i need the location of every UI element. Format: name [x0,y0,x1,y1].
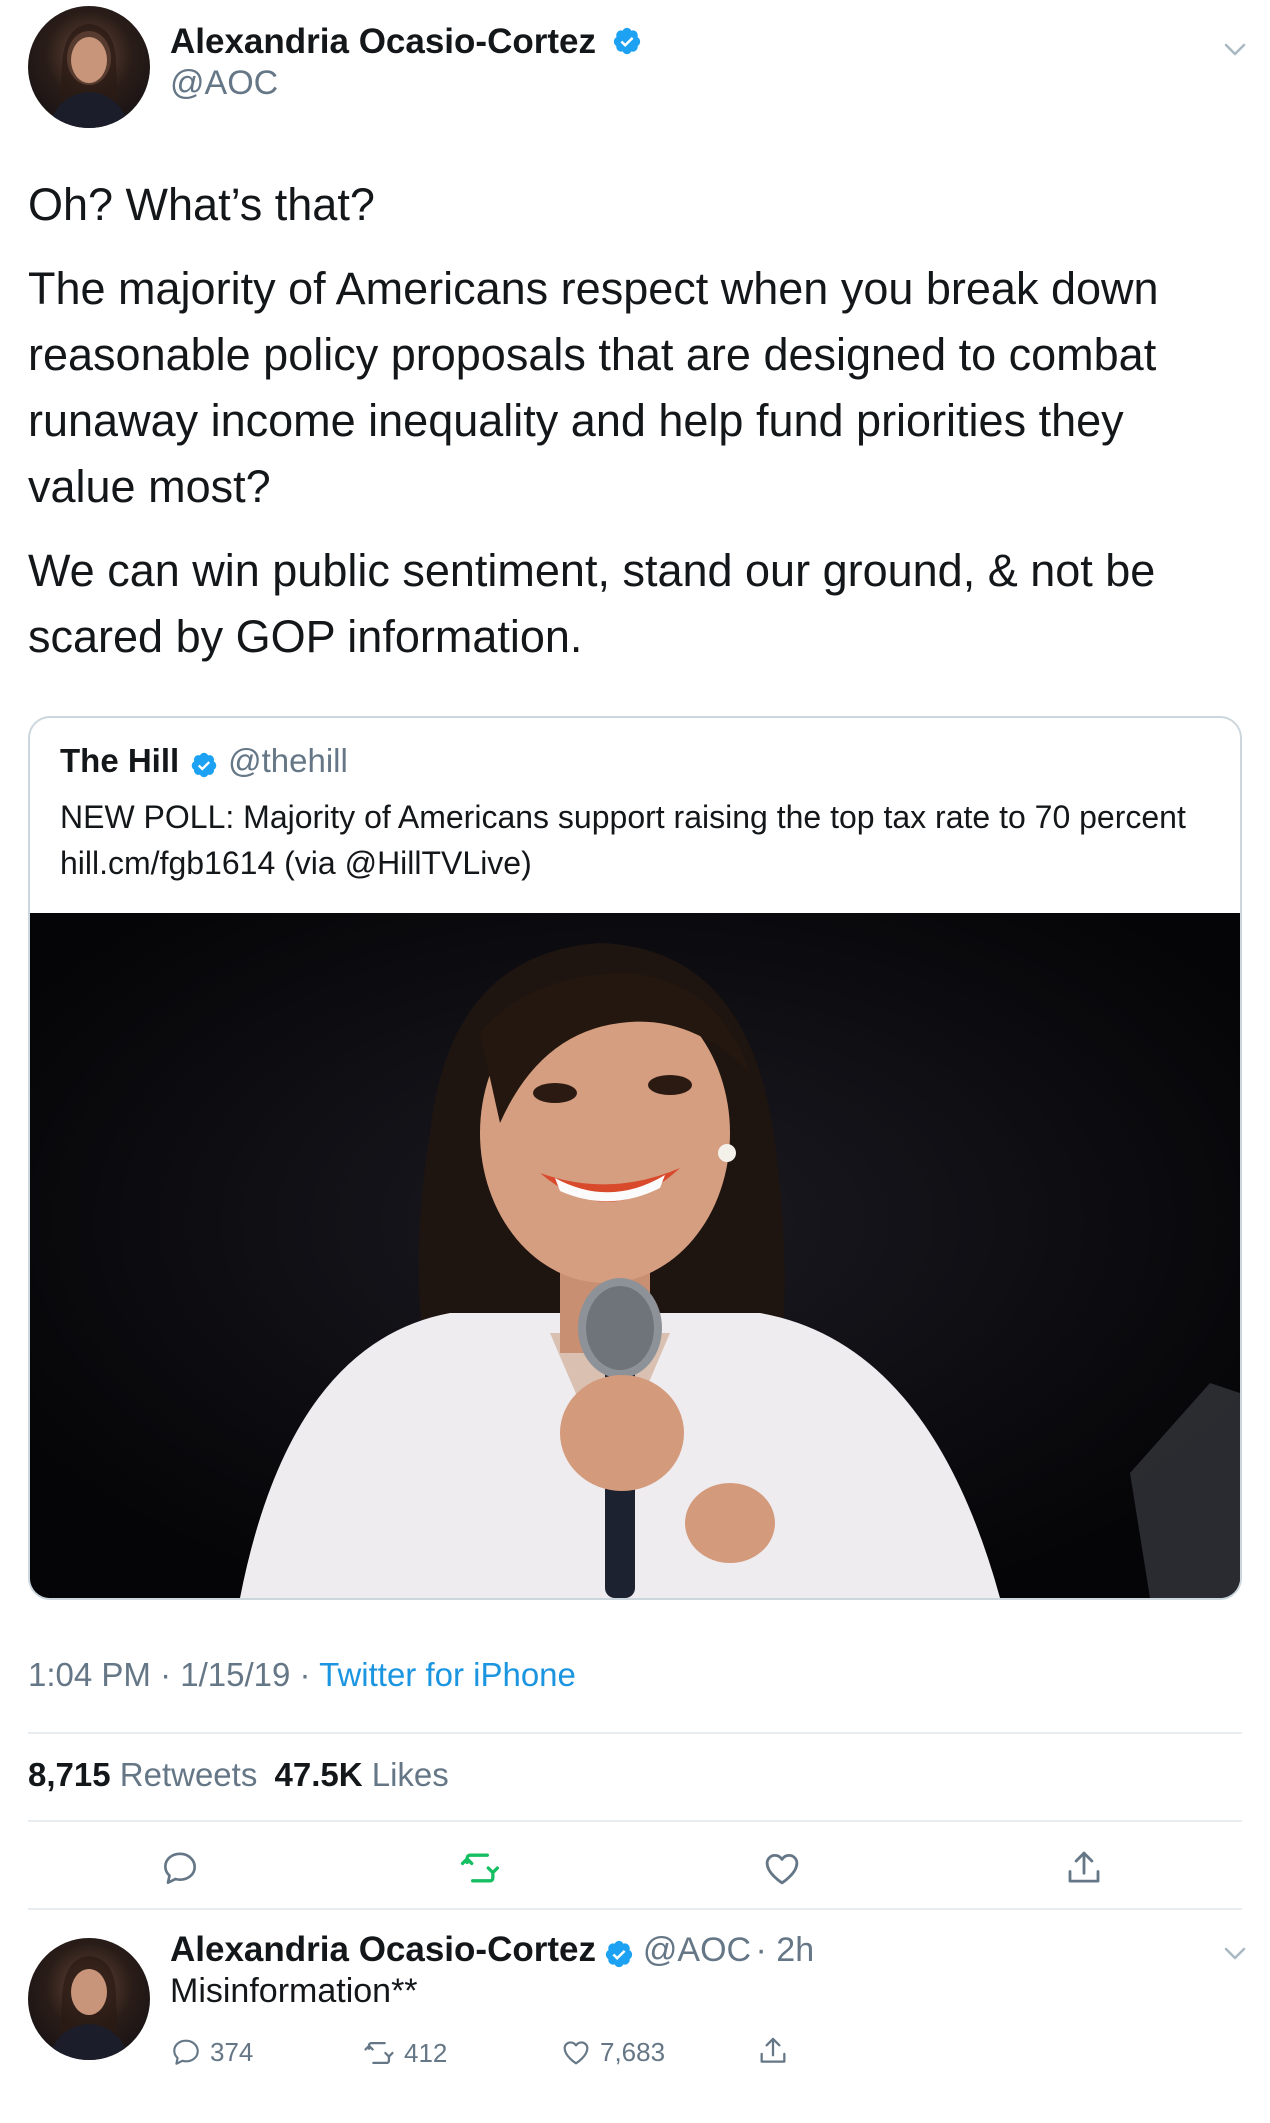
reply-icon [173,2039,199,2065]
like-icon [765,1854,799,1885]
meta-separator: · [160,1656,172,1693]
share-icon [760,2037,786,2063]
like-icon [563,2041,589,2065]
quoted-tweet-card[interactable]: The Hill @thehill NEW POLL: Majority of … [28,716,1242,1600]
like-count: 7,683 [600,2036,666,2067]
tweet-paragraph: We can win public sentiment, stand our g… [28,545,1156,662]
divider [28,1908,1242,1910]
tweet-meta: 1:04 PM · 1/15/19 · Twitter for iPhone [28,1656,576,1694]
retweets-label: Retweets [119,1756,258,1793]
quoted-tweet-text: NEW POLL: Majority of Americans support … [60,799,1186,881]
more-options-chevron-icon[interactable] [1222,36,1248,62]
quoted-tweet-header: The Hill @thehill [60,742,348,780]
tweet-date[interactable]: 1/15/19 [180,1656,290,1693]
reply-button[interactable] [150,1838,210,1898]
avatar-portrait [48,1956,130,2060]
reply-author-handle[interactable]: @AOC [643,1931,751,1969]
quoted-author-handle: @thehill [228,742,348,779]
quoted-author-name: The Hill [60,742,180,779]
share-icon [1068,1851,1100,1883]
tweet-body: Oh? What’s that? The majority of America… [28,172,1238,670]
verified-badge-icon [606,1940,633,1967]
retweet-icon [364,2041,394,2065]
tweet-paragraph: The majority of Americans respect when y… [28,263,1159,512]
retweets-count: 8,715 [28,1756,111,1793]
author-avatar[interactable] [28,6,150,128]
retweet-button[interactable] [450,1838,510,1898]
speaker-photo-image [30,913,1240,1598]
verified-badge-icon [191,753,216,778]
divider [28,1732,1242,1734]
divider [28,1820,1242,1822]
avatar-portrait [48,24,130,128]
retweet-icon [460,1853,500,1883]
reply-age: · 2h [755,1931,815,1969]
tweet-paragraph: Oh? What’s that? [28,179,375,230]
author-name[interactable]: Alexandria Ocasio-Cortez [170,22,642,62]
tweet-client-link[interactable]: Twitter for iPhone [319,1656,576,1693]
retweets-stat[interactable]: 8,715 Retweets [28,1756,267,1793]
reply-share-button[interactable] [756,2034,790,2068]
reply-count: 374 [210,2036,254,2067]
reply-reply-button[interactable]: 374 [170,2036,253,2068]
reply-author-avatar[interactable] [28,1938,150,2060]
reply-author-name[interactable]: Alexandria Ocasio-Cortez [170,1930,596,1969]
reply-text: Misinformation** [170,1972,418,2010]
retweet-count: 412 [404,2037,448,2068]
author-name-text: Alexandria Ocasio-Cortez [170,22,596,61]
likes-count: 47.5K [274,1756,363,1793]
reply-retweet-button[interactable]: 412 [362,2036,447,2070]
reply-header: Alexandria Ocasio-Cortez @AOC · 2h [170,1930,814,1970]
quoted-tweet-photo[interactable] [30,913,1240,1598]
engagement-counts: 8,715 Retweets 47.5K Likes [28,1756,449,1794]
reply-like-button[interactable]: 7,683 [560,2036,665,2068]
author-handle[interactable]: @AOC [170,64,278,103]
more-options-chevron-icon[interactable] [1222,1940,1248,1966]
like-button[interactable] [752,1838,812,1898]
reply-icon [164,1852,197,1884]
share-button[interactable] [1054,1838,1114,1898]
likes-stat[interactable]: 47.5K Likes [275,1756,449,1793]
tweet-time: 1:04 PM [28,1656,151,1693]
meta-separator: · [299,1656,311,1693]
verified-badge-icon [613,27,640,54]
likes-label: Likes [371,1756,449,1793]
